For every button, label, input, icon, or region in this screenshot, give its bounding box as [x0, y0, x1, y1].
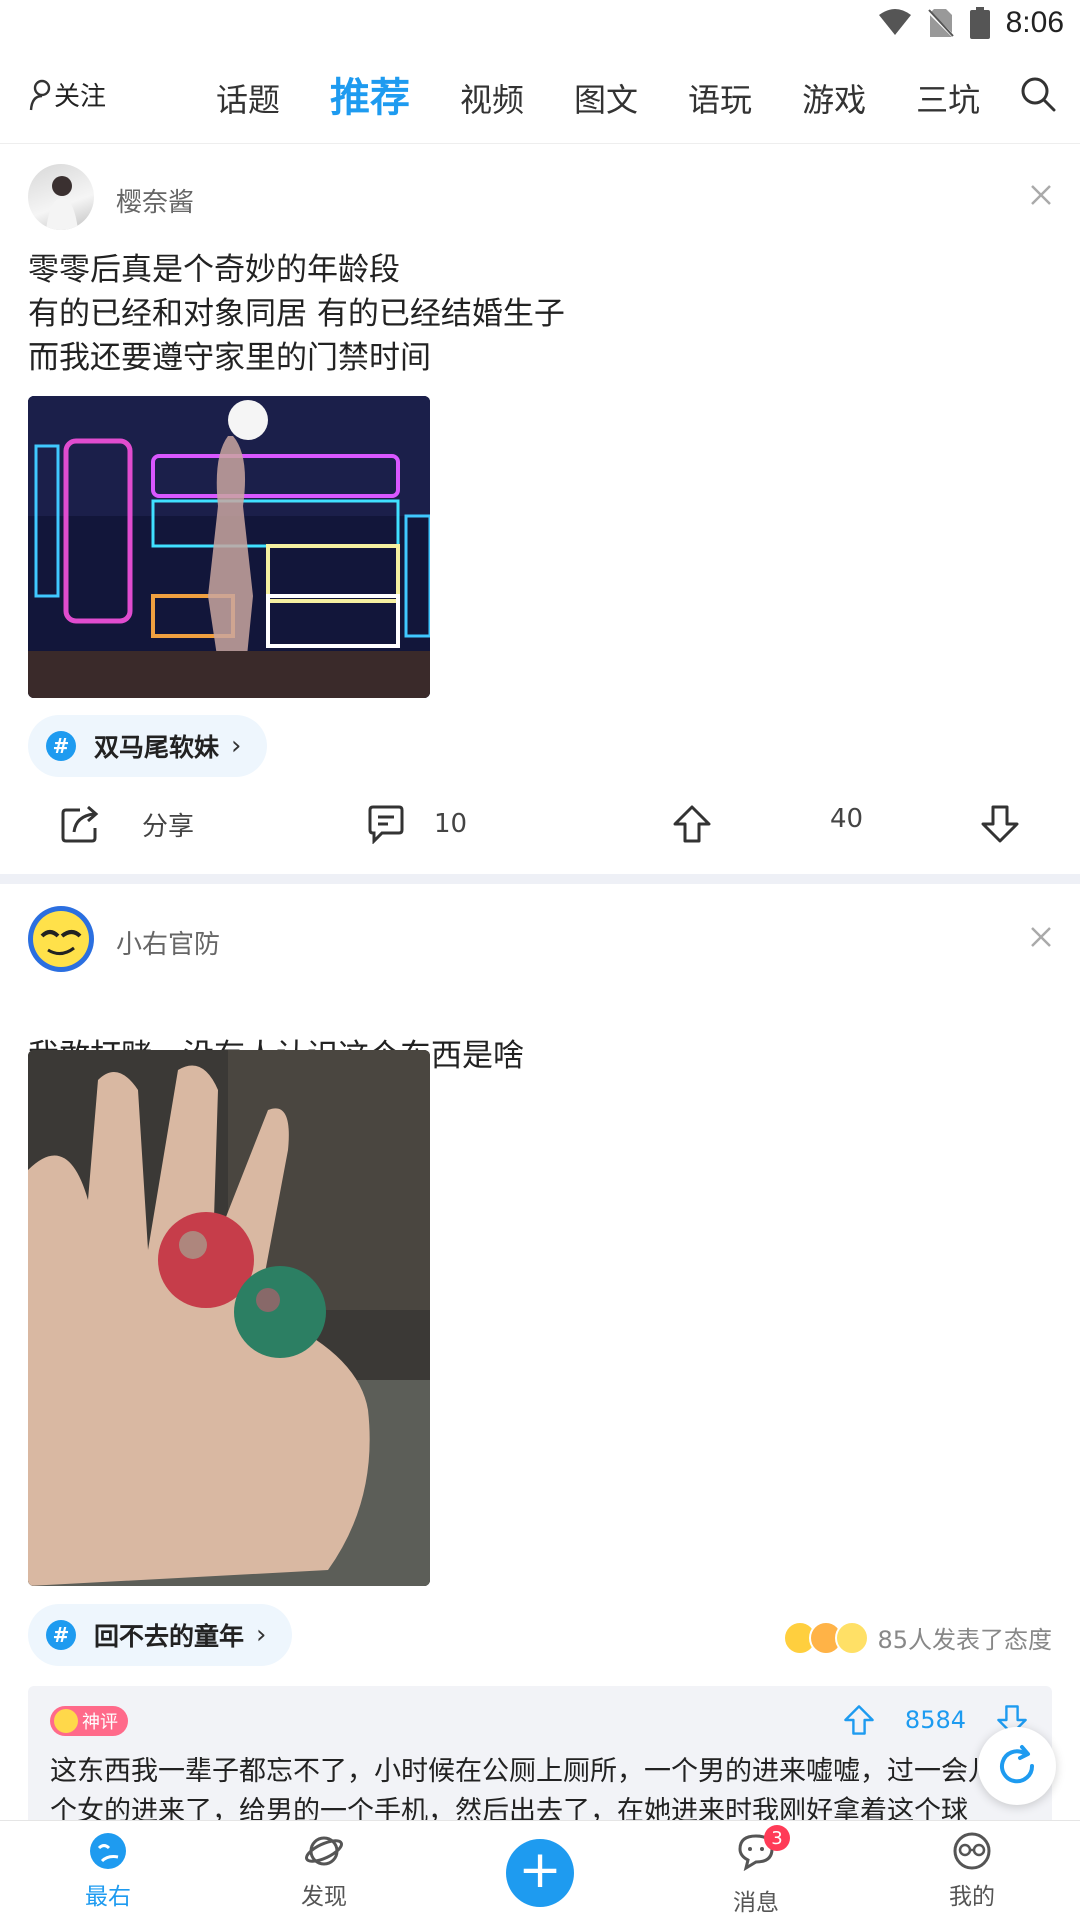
post-card: 小右官防 我敢打赌，没有人认识这个东西是啥 # 回不去的童年 ›: [0, 884, 1080, 1820]
tab-recommended[interactable]: 推荐: [330, 72, 410, 124]
nav-label: 消息: [733, 1890, 779, 1916]
comment-count: 10: [434, 809, 468, 839]
follow-label: 关注: [54, 82, 107, 112]
tab-voice-play[interactable]: 语玩: [688, 76, 752, 124]
like-count-value: 40: [830, 804, 864, 834]
zuiyou-logo-icon: [90, 1833, 126, 1869]
chevron-right-icon: ›: [231, 731, 242, 761]
post-card: 樱奈酱 零零后真是个奇妙的年龄段 有的已经和对象同居 有的已经结婚生子 而我还要…: [0, 146, 1080, 874]
create-post-button[interactable]: +: [506, 1839, 574, 1907]
post-text: 零零后真是个奇妙的年龄段 有的已经和对象同居 有的已经结婚生子 而我还要遵守家里…: [28, 252, 565, 376]
topic-label: 双马尾软妹: [94, 733, 220, 762]
battery-icon: [969, 7, 990, 39]
avatar[interactable]: [28, 906, 94, 972]
no-sim-icon: [927, 9, 954, 39]
refresh-button[interactable]: [978, 1727, 1056, 1805]
nav-label: 我的: [949, 1884, 995, 1910]
comment-like-count: 8584: [904, 1706, 966, 1734]
close-icon: [1031, 927, 1051, 947]
planet-icon: [305, 1836, 343, 1866]
reaction-summary[interactable]: 85人发表了态度: [783, 1620, 1052, 1655]
hashtag-icon: #: [46, 731, 76, 761]
message-badge: 3: [764, 1825, 790, 1851]
avatar[interactable]: [28, 164, 94, 230]
nav-item-profile[interactable]: 我的: [922, 1831, 1022, 1911]
reaction-count-text: 85人发表了态度: [877, 1626, 1052, 1654]
upvote-icon: [673, 805, 711, 843]
dismiss-post-button[interactable]: [1030, 926, 1052, 952]
downvote-button[interactable]: [980, 804, 1020, 844]
share-label: 分享: [142, 811, 195, 842]
share-button[interactable]: 分享: [60, 804, 194, 844]
follow-button[interactable]: 关注: [28, 76, 106, 113]
status-icons: 8:06: [878, 6, 1064, 40]
search-button[interactable]: [1020, 76, 1056, 116]
god-comment-badge: 神评: [50, 1706, 128, 1736]
bottom-nav: 最右 发现 + 3 消息 我的: [0, 1820, 1080, 1920]
nav-item-discover[interactable]: 发现: [274, 1831, 374, 1911]
smiley-icon: [54, 1709, 78, 1733]
comment-button[interactable]: 10: [366, 804, 467, 844]
upvote-icon[interactable]: [843, 1704, 875, 1736]
badge-label: 神评: [82, 1712, 118, 1733]
wifi-icon: [878, 9, 911, 35]
status-bar: 8:06: [0, 0, 1080, 50]
hashtag-icon: #: [46, 1620, 76, 1650]
downvote-icon: [981, 805, 1019, 843]
share-icon: [61, 805, 99, 843]
upvote-button[interactable]: [672, 804, 712, 844]
search-icon: [1021, 77, 1056, 112]
nav-item-home[interactable]: 最右: [58, 1831, 158, 1911]
post-image[interactable]: [28, 396, 430, 698]
topic-tag[interactable]: # 回不去的童年 ›: [28, 1604, 293, 1666]
comment-text: 这东西我一辈子都忘不了，小时候在公厕上厕所，一个男的进来嘘嘘，过一会儿一个女的进…: [50, 1756, 1022, 1826]
person-icon: [29, 79, 51, 110]
close-icon: [1031, 185, 1051, 205]
tab-image-text[interactable]: 图文: [574, 76, 638, 124]
comment-icon: [368, 805, 404, 844]
god-comment[interactable]: 神评 8584 这东西我一辈子都忘不了，小时候在公厕上厕所，一个男的进来嘘嘘，过…: [28, 1686, 1052, 1826]
tongue-emoji-icon: [835, 1620, 870, 1655]
plus-icon: +: [518, 1840, 562, 1900]
top-nav: 关注 话题 推荐 视频 图文 语玩 游戏 三坑: [0, 50, 1080, 144]
tab-games[interactable]: 游戏: [802, 76, 866, 124]
topic-label: 回不去的童年: [94, 1622, 245, 1651]
tab-video[interactable]: 视频: [460, 76, 524, 124]
author-name[interactable]: 樱奈酱: [116, 182, 194, 219]
like-count: 40: [830, 804, 863, 834]
dismiss-post-button[interactable]: [1030, 184, 1052, 210]
chevron-right-icon: ›: [256, 1620, 267, 1650]
clock: 8:06: [1005, 6, 1064, 39]
refresh-icon: [1000, 1745, 1035, 1784]
message-icon-wrap: 3: [736, 1825, 790, 1877]
nav-label: 发现: [301, 1884, 347, 1910]
author-name[interactable]: 小右官防: [116, 924, 220, 961]
post-actions: 分享 10 40: [0, 804, 1080, 864]
topic-tag[interactable]: # 双马尾软妹 ›: [28, 715, 268, 777]
glasses-face-icon: [953, 1832, 991, 1870]
category-tabs: 话题 推荐 视频 图文 语玩 游戏 三坑: [216, 66, 1030, 124]
nav-item-messages[interactable]: 3 消息: [706, 1825, 806, 1917]
tab-topics[interactable]: 话题: [216, 76, 280, 124]
nav-label: 最右: [85, 1884, 131, 1910]
tab-sankeng[interactable]: 三坑: [916, 76, 980, 124]
post-image[interactable]: [28, 1050, 430, 1586]
post-divider: [0, 874, 1080, 884]
